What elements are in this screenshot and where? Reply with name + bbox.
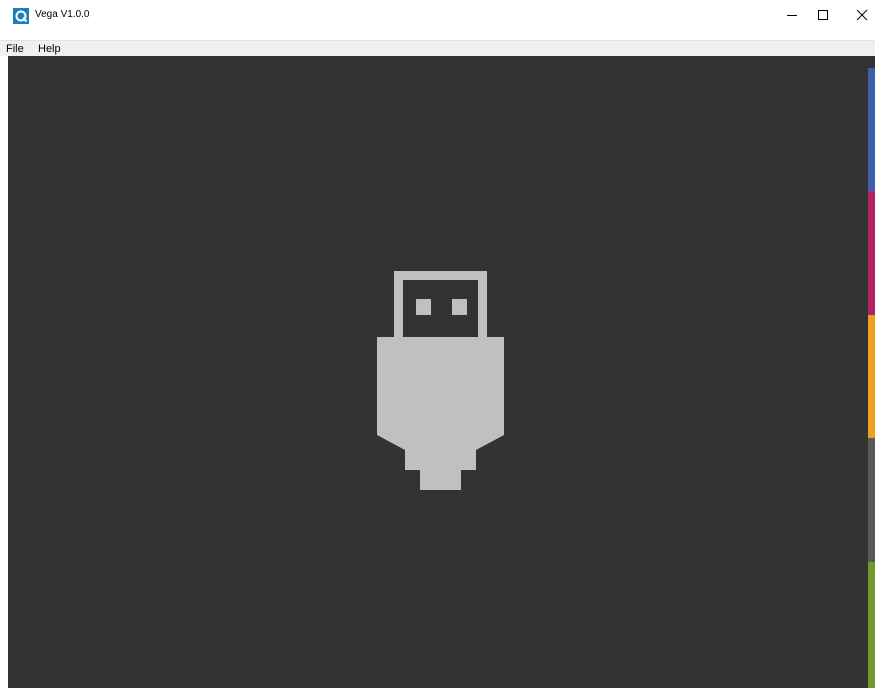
side-strip-gray xyxy=(868,438,875,562)
side-strip-green xyxy=(868,562,875,688)
window-title: Vega V1.0.0 xyxy=(35,9,90,20)
minimize-icon xyxy=(787,15,797,16)
window-left-border xyxy=(0,56,8,688)
side-strip-top xyxy=(868,56,875,68)
menu-bar: File Help xyxy=(0,40,875,57)
main-content-area xyxy=(8,56,868,688)
side-strip-magenta xyxy=(868,191,875,315)
app-window: Vega V1.0.0 File Help xyxy=(0,0,875,688)
menu-help[interactable]: Help xyxy=(38,42,61,56)
close-button[interactable] xyxy=(839,0,875,30)
side-strip-blue xyxy=(868,68,875,191)
usb-plug-icon xyxy=(377,271,504,490)
app-logo-icon xyxy=(13,8,29,24)
title-bar[interactable]: Vega V1.0.0 xyxy=(0,0,875,30)
menu-file[interactable]: File xyxy=(6,42,24,56)
side-strip-orange xyxy=(868,315,875,438)
maximize-icon xyxy=(818,10,828,20)
close-icon xyxy=(856,9,868,21)
